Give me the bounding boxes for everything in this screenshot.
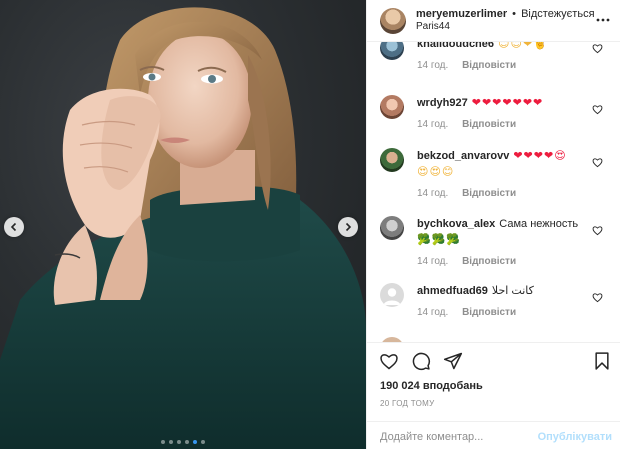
likes-count[interactable]: 190 024 вподобань [380, 380, 483, 392]
post-location[interactable]: Paris44 [416, 21, 595, 33]
comment-input[interactable] [380, 430, 540, 443]
comment-icon[interactable] [411, 351, 431, 371]
commenter-avatar[interactable] [380, 148, 404, 172]
commenter-avatar[interactable] [380, 95, 404, 119]
comment-emoji: 🥦🥦🥦 [417, 233, 462, 246]
comment-emoji: ❤❤❤❤❤❤❤ [471, 96, 544, 109]
heart-icon[interactable] [379, 351, 399, 371]
comment-emoji: ❤❤❤❤😍 [513, 149, 567, 162]
commenter-username[interactable]: bychkova_alex [417, 218, 495, 230]
previous-photo-button[interactable] [4, 217, 24, 237]
post-actions: 190 024 вподобань 20 ГОД ТОМУ Опублікува… [367, 342, 620, 449]
chevron-left-icon [10, 222, 17, 232]
carousel-dot [177, 440, 181, 444]
more-options-icon [596, 18, 610, 22]
bookmark-icon [595, 352, 609, 370]
reply-button[interactable]: Відповісти [462, 60, 516, 71]
default-user-icon [383, 288, 401, 305]
post-header: meryemuzerlimer • Відстежується Paris44 [367, 0, 620, 42]
commenter-username[interactable]: khalidoudche6 [417, 42, 494, 50]
like-comment-button[interactable] [592, 102, 604, 115]
author-username[interactable]: meryemuzerlimer [416, 8, 507, 20]
commenter-avatar[interactable] [380, 42, 404, 60]
like-comment-button[interactable] [592, 155, 604, 168]
commenter-avatar[interactable] [380, 216, 404, 240]
reply-button[interactable]: Відповісти [462, 188, 516, 199]
more-options-button[interactable] [595, 12, 611, 28]
heart-icon [592, 158, 603, 168]
commenter-username[interactable]: wrdyh927 [417, 97, 468, 109]
comment-time: 14 год. [417, 307, 449, 318]
like-comment-button[interactable] [592, 223, 604, 236]
post-timestamp[interactable]: 20 ГОД ТОМУ [380, 399, 435, 408]
carousel-dot-active [193, 440, 197, 444]
reply-button[interactable]: Відповісти [462, 256, 516, 267]
carousel-dot [161, 440, 165, 444]
reply-button[interactable]: Відповісти [462, 119, 516, 130]
like-comment-button[interactable] [592, 290, 604, 303]
carousel-indicator [0, 440, 366, 444]
like-comment-button[interactable] [592, 42, 604, 54]
commenter-username[interactable]: bekzod_anvarovv [417, 150, 509, 162]
comment-text: Сама нежность [499, 218, 579, 230]
comments-list[interactable]: khalidoudche6 😊😊❤🤘 14 год. Відповісти wrd… [367, 42, 620, 342]
comment-time: 14 год. [417, 60, 449, 71]
publish-button[interactable]: Опублікувати [538, 431, 612, 443]
heart-icon [592, 105, 603, 115]
next-photo-button[interactable] [338, 217, 358, 237]
commenter-username[interactable]: ahmedfuad69 [417, 285, 488, 297]
comment-emoji: 😊😊❤🤘 [498, 42, 548, 50]
heart-icon [592, 44, 603, 54]
author-avatar[interactable] [380, 7, 406, 34]
reply-button[interactable]: Відповісти [462, 307, 516, 318]
carousel-dot [185, 440, 189, 444]
heart-icon [592, 293, 603, 303]
comment-time: 14 год. [417, 119, 449, 130]
comment-text: كانت احلا [491, 285, 534, 297]
header-separator: • [512, 7, 517, 20]
carousel-dot [201, 440, 205, 444]
post-photo[interactable] [0, 0, 366, 449]
carousel-dot [169, 440, 173, 444]
share-icon[interactable] [443, 351, 463, 371]
comment-emoji-line2: 😍😍😊 [417, 165, 455, 178]
portrait-image [0, 7, 366, 449]
heart-icon [592, 226, 603, 236]
follow-status-button[interactable]: Відстежується [521, 8, 594, 20]
add-comment-bar: Опублікувати [367, 421, 620, 449]
chevron-right-icon [345, 222, 352, 232]
comment-time: 14 год. [417, 256, 449, 267]
commenter-avatar-default[interactable] [380, 283, 404, 307]
save-button[interactable] [592, 351, 612, 376]
post-side-panel: meryemuzerlimer • Відстежується Paris44 … [366, 0, 620, 449]
comment-time: 14 год. [417, 188, 449, 199]
